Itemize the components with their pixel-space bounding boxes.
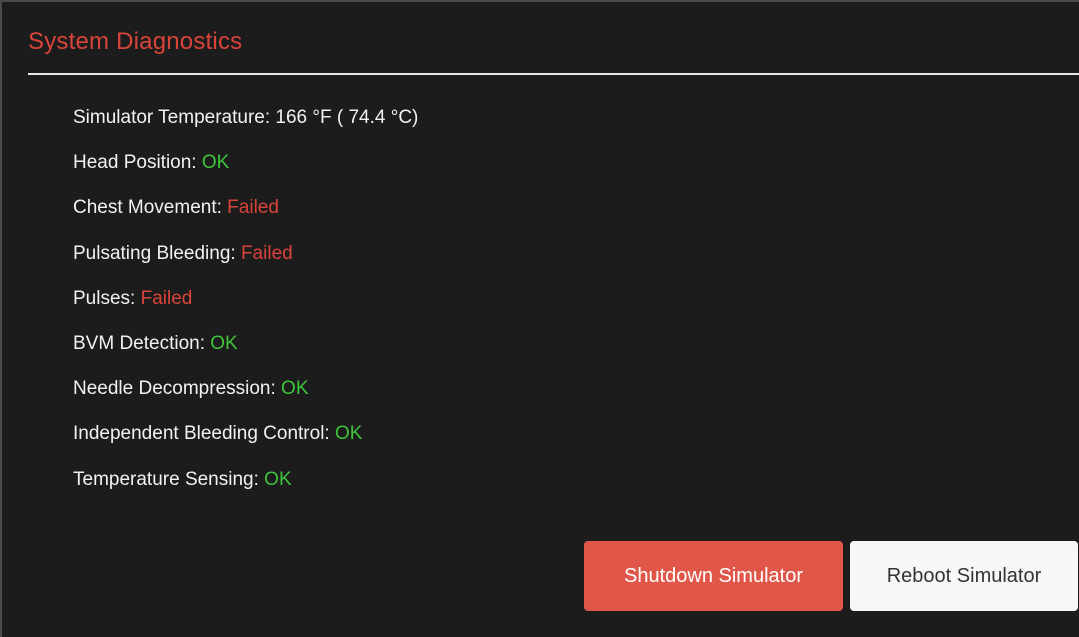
diagnostic-row-pulses: Pulses: Failed: [73, 286, 418, 331]
title-divider: [28, 73, 1079, 75]
reboot-simulator-button[interactable]: Reboot Simulator: [850, 541, 1078, 611]
diagnostics-list: Simulator Temperature: 166 °F ( 74.4 °C)…: [73, 105, 418, 512]
diagnostic-label: Needle Decompression:: [73, 378, 282, 400]
diagnostic-row-pulsating-bleeding: Pulsating Bleeding: Failed: [73, 241, 418, 286]
diagnostic-row-head-position: Head Position: OK: [73, 150, 418, 195]
diagnostic-row-bvm-detection: BVM Detection: OK: [73, 331, 418, 376]
diagnostic-row-chest-movement: Chest Movement: Failed: [73, 195, 418, 240]
diagnostic-row-needle-decompression: Needle Decompression: OK: [73, 376, 418, 421]
status-ok: OK: [281, 378, 309, 400]
status-ok: OK: [264, 468, 292, 490]
diagnostic-label: BVM Detection:: [73, 332, 211, 354]
status-ok: OK: [334, 423, 363, 445]
status-ok: OK: [201, 152, 230, 174]
diagnostic-label: Simulator Temperature:: [73, 107, 276, 128]
shutdown-simulator-button[interactable]: Shutdown Simulator: [584, 541, 843, 611]
status-failed: Failed: [240, 242, 293, 264]
temperature-value: 166 °F ( 74.4 °C): [275, 107, 419, 128]
diagnostic-label: Independent Bleeding Control:: [73, 423, 335, 445]
diagnostic-label: Head Position:: [73, 152, 202, 174]
diagnostic-label: Pulses:: [73, 287, 141, 309]
status-failed: Failed: [140, 287, 193, 309]
diagnostic-label: Pulsating Bleeding:: [73, 242, 241, 264]
status-failed: Failed: [227, 197, 279, 219]
diagnostic-row-simulator-temperature: Simulator Temperature: 166 °F ( 74.4 °C): [73, 105, 418, 150]
diagnostic-row-independent-bleeding-control: Independent Bleeding Control: OK: [73, 421, 418, 466]
diagnostic-row-temperature-sensing: Temperature Sensing: OK: [73, 467, 418, 512]
diagnostic-label: Temperature Sensing:: [73, 468, 265, 490]
system-diagnostics-panel: System Diagnostics Simulator Temperature…: [0, 0, 1079, 637]
status-ok: OK: [210, 332, 238, 354]
diagnostic-label: Chest Movement:: [73, 197, 228, 219]
panel-title: System Diagnostics: [28, 28, 243, 55]
